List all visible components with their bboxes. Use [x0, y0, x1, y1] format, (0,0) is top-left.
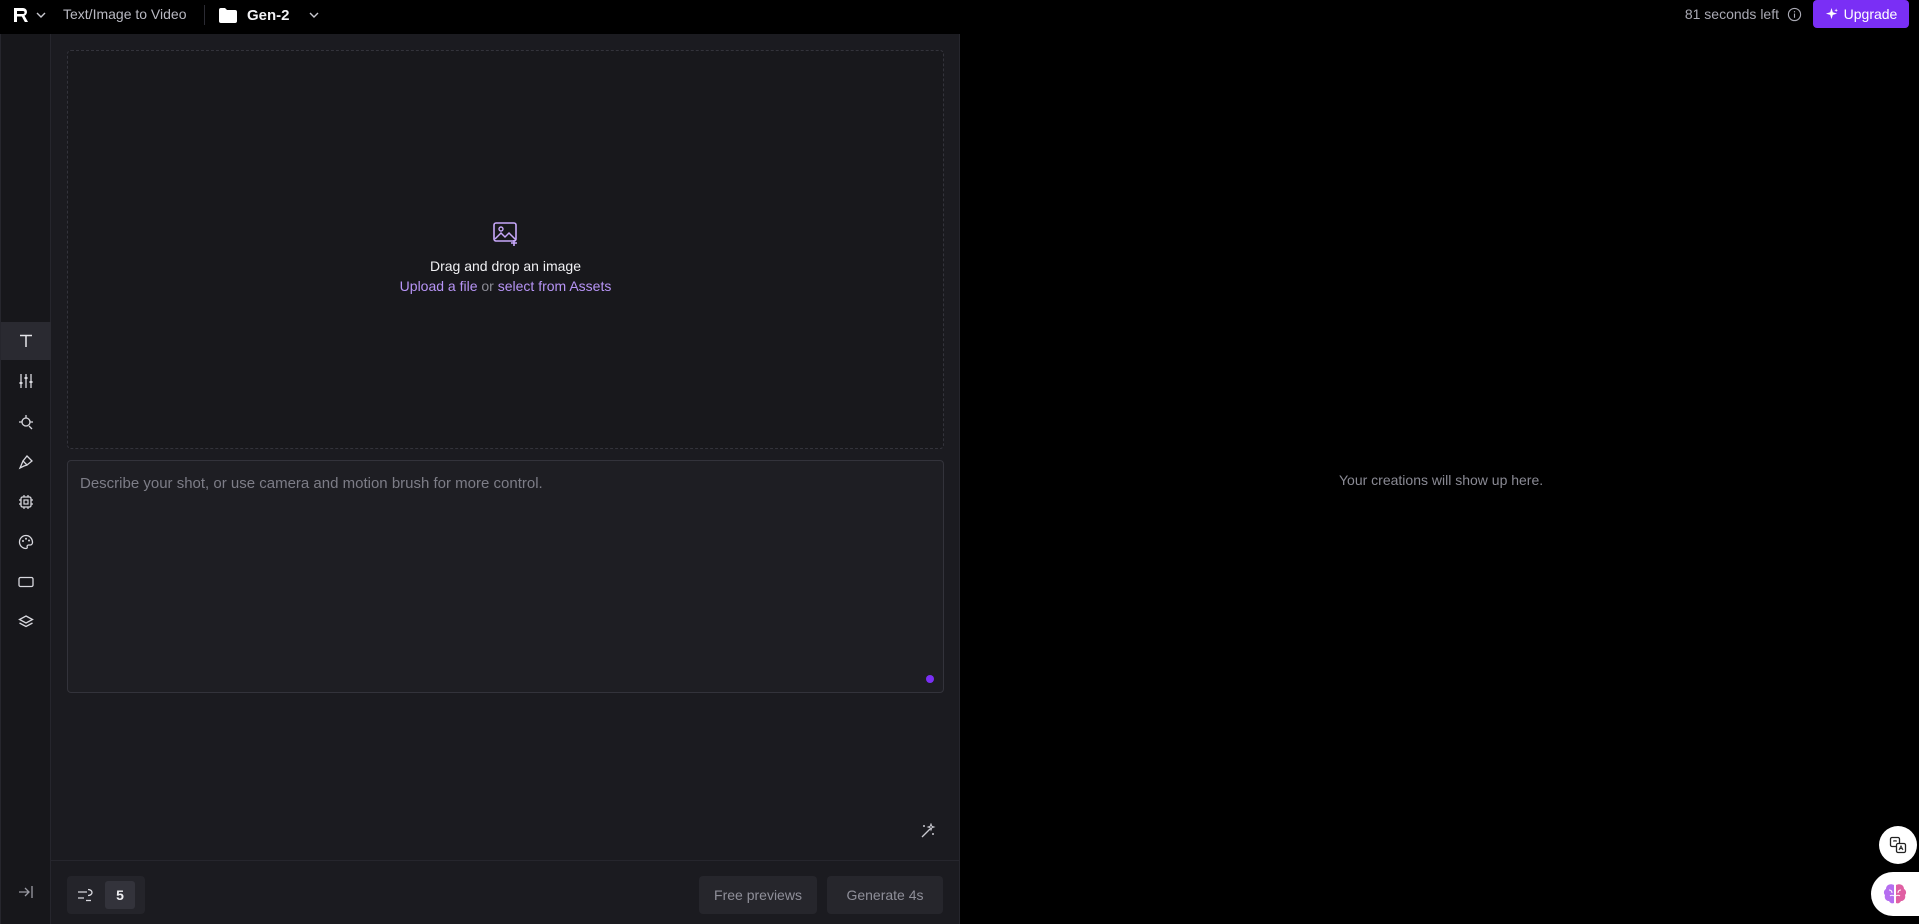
- select-assets-link[interactable]: select from Assets: [498, 278, 612, 294]
- rail-item-aspect-ratio[interactable]: [1, 563, 51, 601]
- image-add-icon: [492, 222, 517, 246]
- info-icon[interactable]: [1787, 7, 1802, 22]
- brush-icon: [18, 455, 33, 470]
- generation-count: 5: [67, 876, 145, 914]
- sliders-icon: [19, 374, 33, 388]
- upload-file-link[interactable]: Upload a file: [400, 278, 478, 294]
- runway-logo-icon: [14, 8, 28, 22]
- prompt-status-dot: [926, 675, 934, 683]
- sparkle-icon: [1825, 7, 1838, 19]
- palette-icon: [18, 534, 34, 550]
- header-divider: [204, 5, 205, 25]
- rail-item-style[interactable]: [1, 523, 51, 561]
- rail-item-model[interactable]: [1, 483, 51, 521]
- top-bar: Text/Image to Video Gen-2 81 seconds lef…: [0, 0, 1919, 34]
- rail-item-motion-brush[interactable]: [1, 443, 51, 481]
- translate-icon: [1889, 836, 1907, 854]
- chip-icon: [19, 495, 33, 509]
- upgrade-button[interactable]: Upgrade: [1813, 0, 1909, 28]
- empty-output-message: Your creations will show up here.: [1339, 472, 1544, 488]
- count-settings-button[interactable]: [73, 883, 97, 907]
- brain-icon: [1883, 884, 1907, 904]
- dropzone-content: Drag and drop an image Upload a file or …: [68, 221, 943, 296]
- prompt-box: [67, 460, 944, 693]
- free-previews-button[interactable]: Free previews: [699, 876, 817, 914]
- panel-footer: 5 Free previews Generate 4s: [51, 860, 960, 924]
- chevron-down-icon: [36, 12, 46, 18]
- chevron-down-icon: [309, 12, 319, 18]
- generation-panel: Drag and drop an image Upload a file or …: [51, 34, 960, 924]
- magic-wand-icon: [921, 823, 936, 838]
- dropzone-links: Upload a file or select from Assets: [68, 276, 943, 296]
- prompt-input[interactable]: [68, 461, 943, 692]
- logo-menu-button[interactable]: [12, 3, 46, 27]
- rail-item-layers[interactable]: [1, 603, 51, 641]
- motion-settings-icon: [78, 888, 93, 902]
- dropzone-title: Drag and drop an image: [430, 258, 581, 274]
- tool-rail: [0, 34, 51, 924]
- enhance-prompt-button[interactable]: [917, 820, 939, 842]
- aspect-ratio-icon: [18, 576, 34, 588]
- project-name: Gen-2: [247, 6, 290, 24]
- rail-item-settings[interactable]: [1, 362, 51, 400]
- count-value[interactable]: 5: [105, 881, 135, 909]
- layers-icon: [18, 615, 34, 628]
- text-icon: [20, 334, 32, 347]
- app-title: Text/Image to Video: [63, 6, 187, 22]
- upgrade-label: Upgrade: [1843, 6, 1898, 22]
- camera-motion-icon: [19, 415, 33, 430]
- assistant-button[interactable]: [1871, 872, 1919, 916]
- or-text: or: [481, 278, 494, 294]
- credits-timer: 81 seconds left: [1685, 4, 1802, 24]
- rail-item-camera[interactable]: [1, 403, 51, 441]
- generate-button[interactable]: Generate 4s: [827, 876, 943, 914]
- collapse-arrow-icon: [19, 886, 33, 898]
- time-left-text: 81 seconds left: [1684, 6, 1779, 22]
- project-selector[interactable]: Gen-2: [219, 3, 320, 27]
- translate-button[interactable]: [1879, 826, 1917, 864]
- rail-item-text[interactable]: [1, 322, 51, 360]
- image-dropzone[interactable]: Drag and drop an image Upload a file or …: [67, 50, 944, 449]
- folder-icon: [219, 7, 237, 23]
- collapse-panel-button[interactable]: [14, 880, 38, 904]
